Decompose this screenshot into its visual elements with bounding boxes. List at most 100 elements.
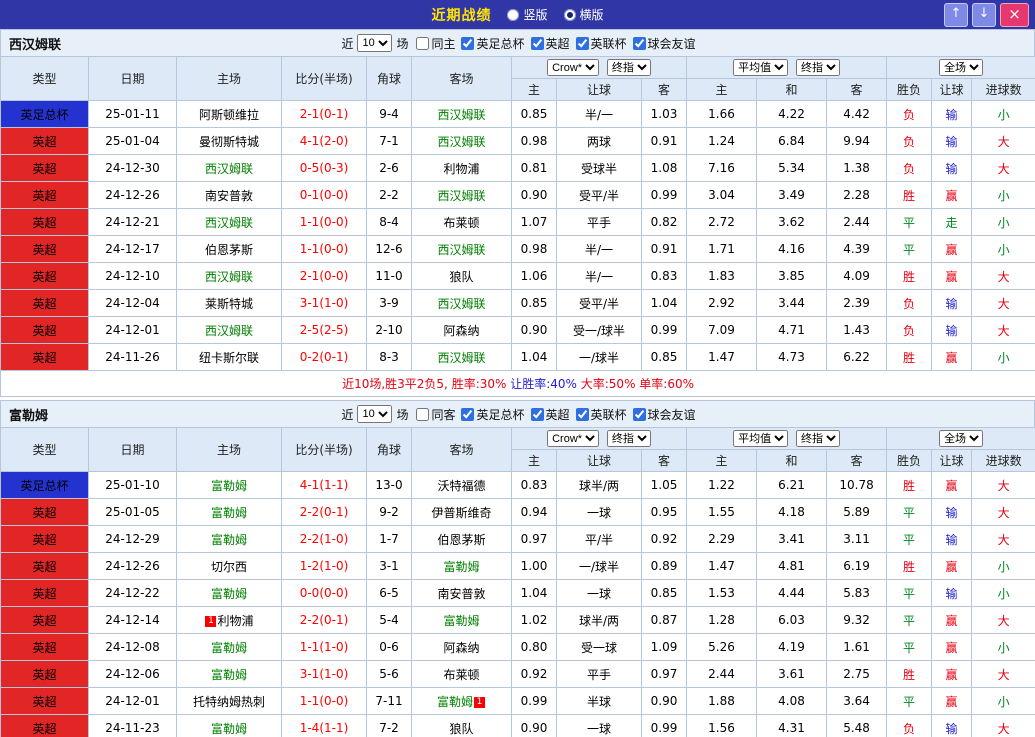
score-cell: 0-5(0-3): [282, 155, 367, 182]
checkbox-input[interactable]: [461, 37, 474, 50]
checkbox-input[interactable]: [461, 408, 474, 421]
team-name-text: 富勒姆: [443, 614, 479, 628]
checkbox-input[interactable]: [531, 408, 544, 421]
score-cell: 2-2(0-1): [282, 607, 367, 634]
over-under-cell: 大: [972, 317, 1035, 344]
match-count-select[interactable]: 10: [357, 34, 392, 52]
col-type: 类型: [1, 57, 89, 101]
euro-away-odds-cell: 4.42: [827, 101, 887, 128]
period-select[interactable]: 全场: [939, 59, 983, 76]
euro-odds-time-select[interactable]: 终指: [796, 430, 840, 447]
col-date: 日期: [89, 428, 177, 472]
corners-cell: 1-7: [367, 526, 412, 553]
col-asian-handicap: 让球: [557, 450, 642, 472]
euro-home-odds-cell: 1.83: [687, 263, 757, 290]
checkbox-input[interactable]: [531, 37, 544, 50]
scroll-up-button[interactable]: ↑: [944, 3, 968, 27]
close-button[interactable]: ×: [1000, 3, 1029, 27]
home-team-cell: 富勒姆: [177, 715, 282, 737]
team-name-text: 富勒姆: [211, 641, 247, 655]
checkbox-input[interactable]: [576, 408, 589, 421]
asian-odds-time-select[interactable]: 终指: [607, 430, 651, 447]
asian-odds-time-select[interactable]: 终指: [607, 59, 651, 76]
layout-radio-vertical[interactable]: 竖版: [507, 6, 547, 23]
handicap-result-cell: 输: [932, 128, 972, 155]
period-select[interactable]: 全场: [939, 430, 983, 447]
euro-odds-source-select[interactable]: 平均值: [733, 430, 788, 447]
score-cell: 3-1(1-0): [282, 661, 367, 688]
corners-cell: 2-10: [367, 317, 412, 344]
league-filter-efl-cup[interactable]: 英联杯: [576, 35, 627, 52]
league-filter-fa-cup[interactable]: 英足总杯: [461, 35, 524, 52]
score-cell: 2-2(1-0): [282, 526, 367, 553]
asian-home-odds-cell: 1.06: [512, 263, 557, 290]
euro-away-odds-cell: 5.83: [827, 580, 887, 607]
scroll-down-button[interactable]: ↓: [972, 3, 996, 27]
asian-home-odds-cell: 0.90: [512, 317, 557, 344]
euro-odds-source-select[interactable]: 平均值: [733, 59, 788, 76]
win-draw-loss-cell: 平: [887, 580, 932, 607]
checkbox-input[interactable]: [416, 408, 429, 421]
euro-away-odds-cell: 6.22: [827, 344, 887, 371]
league-type-cell: 英超: [1, 553, 89, 580]
asian-away-odds-cell: 0.89: [642, 553, 687, 580]
asian-odds-source-select[interactable]: Crow*: [547, 430, 599, 447]
score-cell: 4-1(1-1): [282, 472, 367, 499]
col-euro-draw: 和: [757, 450, 827, 472]
euro-odds-time-select[interactable]: 终指: [796, 59, 840, 76]
match-date-cell: 24-12-26: [89, 182, 177, 209]
corners-cell: 2-6: [367, 155, 412, 182]
asian-odds-source-select[interactable]: Crow*: [547, 59, 599, 76]
checkbox-input[interactable]: [416, 37, 429, 50]
layout-radio-horizontal[interactable]: 横版: [564, 6, 604, 23]
handicap-result-cell: 输: [932, 715, 972, 737]
match-row: 英超24-12-08富勒姆1-1(1-0)0-6阿森纳0.80受一球1.095.…: [1, 634, 1035, 661]
same-venue-checkbox[interactable]: 同客: [416, 406, 455, 423]
summary-segment: 单率:60%: [639, 377, 694, 391]
window-buttons: ↑ ↓ ×: [944, 3, 1029, 27]
titlebar: 近期战绩 竖版 横版 ↑ ↓ ×: [0, 0, 1035, 29]
match-row: 英足总杯25-01-11阿斯顿维拉2-1(0-1)9-4西汉姆联0.85半/一1…: [1, 101, 1035, 128]
euro-away-odds-cell: 5.89: [827, 499, 887, 526]
league-filter-premier-league[interactable]: 英超: [531, 35, 570, 52]
col-corners: 角球: [367, 428, 412, 472]
asian-home-odds-cell: 0.90: [512, 182, 557, 209]
checkbox-input[interactable]: [633, 37, 646, 50]
match-count-select[interactable]: 10: [357, 405, 392, 423]
checkbox-input[interactable]: [576, 37, 589, 50]
col-asian-away: 客: [642, 79, 687, 101]
team-name-text: 西汉姆联: [205, 324, 253, 338]
league-filter-fa-cup[interactable]: 英足总杯: [461, 406, 524, 423]
col-result: 胜负: [887, 79, 932, 101]
euro-draw-odds-cell: 6.84: [757, 128, 827, 155]
home-team-cell: 莱斯特城: [177, 290, 282, 317]
team-name-text: 阿森纳: [443, 324, 479, 338]
match-row: 英超25-01-05富勒姆2-2(0-1)9-2伊普斯维奇0.94一球0.951…: [1, 499, 1035, 526]
euro-draw-odds-cell: 4.73: [757, 344, 827, 371]
handicap-result-cell: 赢: [932, 236, 972, 263]
results-tbody: 英足总杯25-01-10富勒姆4-1(1-1)13-0沃特福德0.83球半/两1…: [1, 472, 1035, 737]
win-draw-loss-cell: 胜: [887, 263, 932, 290]
euro-away-odds-cell: 9.32: [827, 607, 887, 634]
win-draw-loss-cell: 负: [887, 101, 932, 128]
same-venue-checkbox[interactable]: 同主: [416, 35, 455, 52]
league-filter-efl-cup[interactable]: 英联杯: [576, 406, 627, 423]
league-filter-premier-league[interactable]: 英超: [531, 406, 570, 423]
radio-checked-icon: [564, 9, 576, 21]
score-cell: 1-1(1-0): [282, 634, 367, 661]
asian-handicap-cell: 半/一: [557, 236, 642, 263]
euro-home-odds-cell: 2.72: [687, 209, 757, 236]
team-name-text: 狼队: [449, 270, 473, 284]
away-team-cell: 西汉姆联: [412, 344, 512, 371]
checkbox-input[interactable]: [633, 408, 646, 421]
col-euro-draw: 和: [757, 79, 827, 101]
euro-home-odds-cell: 1.66: [687, 101, 757, 128]
corners-cell: 3-9: [367, 290, 412, 317]
league-filter-friendly[interactable]: 球会友谊: [633, 35, 696, 52]
corners-cell: 7-1: [367, 128, 412, 155]
home-team-cell: 西汉姆联: [177, 155, 282, 182]
league-filter-friendly[interactable]: 球会友谊: [633, 406, 696, 423]
team-name-text: 富勒姆: [211, 479, 247, 493]
summary-row: 近10场,胜3平2负5, 胜率:30% 让胜率:40% 大率:50% 单率:60…: [1, 371, 1035, 397]
match-date-cell: 24-12-14: [89, 607, 177, 634]
